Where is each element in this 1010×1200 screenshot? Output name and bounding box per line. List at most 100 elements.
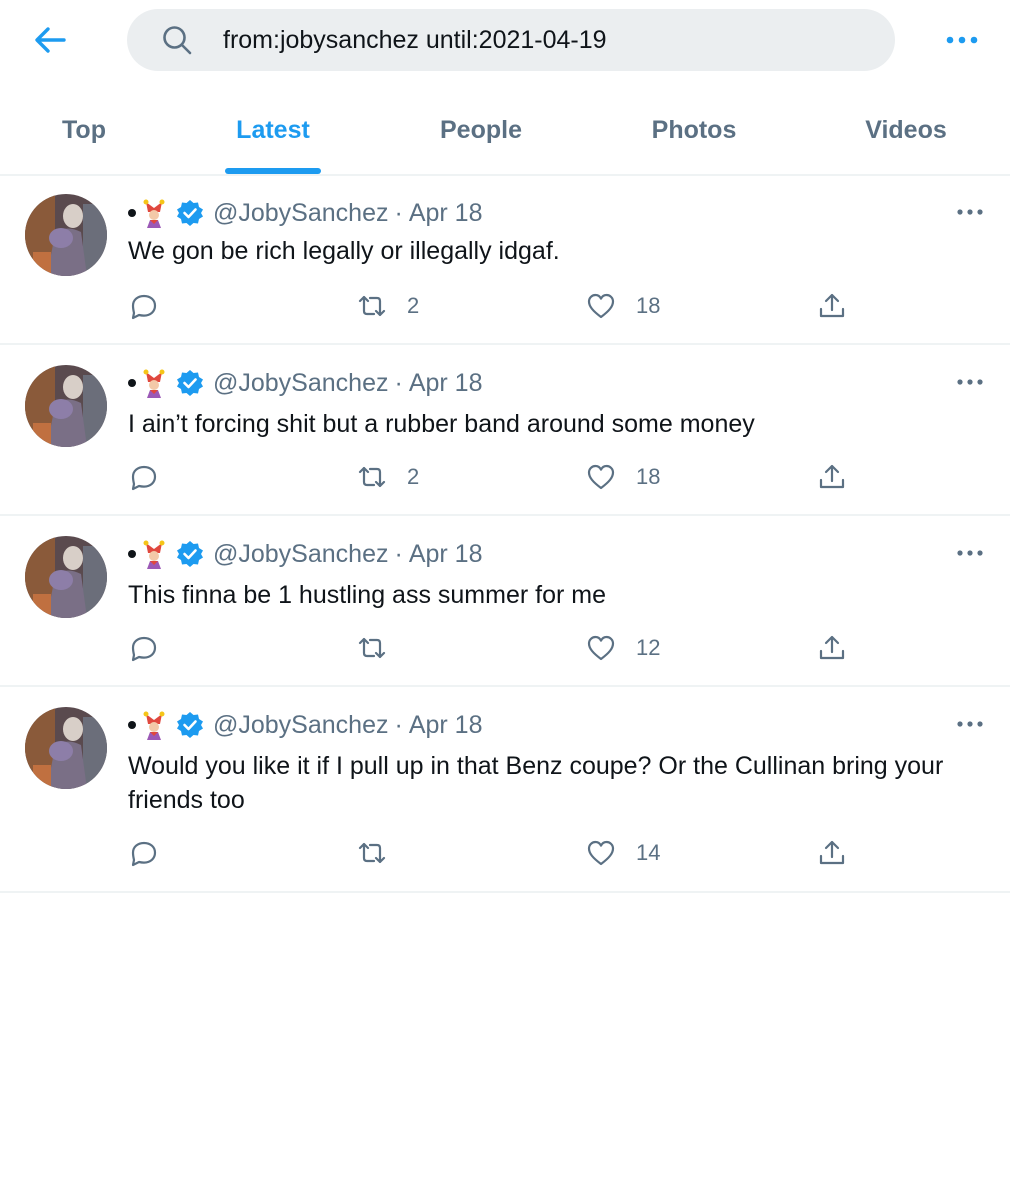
- tweet[interactable]: @JobySanchez · Apr 18 We gon be rich leg…: [0, 178, 1010, 345]
- separator: ·: [394, 710, 403, 739]
- like-button[interactable]: 14: [586, 833, 660, 873]
- like-button[interactable]: 18: [586, 286, 660, 326]
- bullet: [128, 379, 136, 387]
- like-count: 14: [636, 840, 661, 865]
- retweet-icon: [358, 295, 386, 317]
- retweet-count: 2: [407, 464, 420, 489]
- tweet-actions: 14: [0, 833, 1010, 873]
- more-horizontal-icon: [946, 36, 978, 44]
- bullet: [128, 209, 136, 217]
- retweet-icon: [358, 637, 386, 659]
- verified-badge-icon: [177, 541, 203, 567]
- tweet-date[interactable]: Apr 18: [409, 369, 483, 398]
- retweet-icon: [358, 466, 386, 488]
- search-box[interactable]: [127, 9, 895, 71]
- arrow-left-icon: [35, 27, 66, 53]
- avatar[interactable]: [25, 707, 107, 789]
- reply-icon: [131, 841, 157, 867]
- more-horizontal-icon: [957, 721, 983, 727]
- reply-icon: [131, 636, 157, 662]
- verified-badge-icon: [177, 200, 203, 226]
- tweet-date[interactable]: Apr 18: [409, 540, 483, 569]
- jester-emoji-icon: [143, 369, 165, 398]
- retweet-button[interactable]: [357, 833, 407, 873]
- tweet-header: @JobySanchez · Apr 18: [128, 366, 482, 400]
- tweet-more-button[interactable]: [953, 370, 987, 394]
- tweet-handle[interactable]: @JobySanchez: [213, 540, 388, 569]
- tweet-more-button[interactable]: [953, 541, 987, 565]
- tweet[interactable]: @JobySanchez · Apr 18 I ain’t forcing sh…: [0, 345, 1010, 516]
- tweet[interactable]: @JobySanchez · Apr 18 This finna be 1 hu…: [0, 516, 1010, 687]
- tweet-text: Would you like it if I pull up in that B…: [128, 752, 944, 814]
- retweet-icon: [358, 842, 386, 864]
- reply-button[interactable]: [128, 628, 178, 668]
- retweet-button[interactable]: [357, 628, 407, 668]
- back-button[interactable]: [30, 22, 70, 58]
- avatar[interactable]: [25, 365, 107, 447]
- reply-button[interactable]: [128, 286, 178, 326]
- avatar[interactable]: [25, 194, 107, 276]
- search-input[interactable]: [223, 9, 863, 71]
- share-button[interactable]: [817, 628, 847, 668]
- tweet-more-button[interactable]: [953, 712, 987, 736]
- reply-button[interactable]: [128, 833, 178, 873]
- tab-people[interactable]: People: [418, 84, 544, 176]
- tweet-header: @JobySanchez · Apr 18: [128, 537, 482, 571]
- tweet-header: @JobySanchez · Apr 18: [128, 196, 482, 230]
- tab-photos[interactable]: Photos: [628, 84, 760, 176]
- tweet-handle[interactable]: @JobySanchez: [213, 369, 388, 398]
- tweet-actions: 12: [0, 628, 1010, 668]
- tab-videos[interactable]: Videos: [846, 84, 966, 176]
- heart-icon: [587, 464, 615, 490]
- retweet-button[interactable]: 2: [357, 286, 419, 326]
- tweet-date[interactable]: Apr 18: [409, 199, 483, 228]
- share-button[interactable]: [817, 457, 847, 497]
- jester-emoji-icon: [143, 711, 165, 740]
- more-horizontal-icon: [957, 550, 983, 556]
- tweet-actions: 2 18: [0, 286, 1010, 326]
- more-options-button[interactable]: [942, 28, 982, 52]
- search-tabs: Top Latest People Photos Videos: [0, 84, 1010, 176]
- separator: ·: [394, 539, 403, 568]
- heart-icon: [587, 293, 615, 319]
- tweet-text: I ain’t forcing shit but a rubber band a…: [128, 410, 755, 438]
- tweet-actions: 2 18: [0, 457, 1010, 497]
- like-count: 18: [636, 464, 661, 489]
- tweet-date[interactable]: Apr 18: [409, 711, 483, 740]
- share-button[interactable]: [817, 833, 847, 873]
- active-tab-indicator: [225, 168, 321, 174]
- share-icon: [819, 840, 845, 865]
- tweet[interactable]: @JobySanchez · Apr 18 Would you like it …: [0, 687, 1010, 893]
- share-button[interactable]: [817, 286, 847, 326]
- more-horizontal-icon: [957, 379, 983, 385]
- retweet-count: 2: [407, 293, 420, 318]
- tweet-handle[interactable]: @JobySanchez: [213, 199, 388, 228]
- retweet-button[interactable]: 2: [357, 457, 419, 497]
- separator: ·: [394, 198, 403, 227]
- heart-icon: [587, 840, 615, 866]
- like-button[interactable]: 18: [586, 457, 660, 497]
- verified-badge-icon: [177, 712, 203, 738]
- bullet: [128, 550, 136, 558]
- reply-icon: [131, 294, 157, 320]
- heart-icon: [587, 635, 615, 661]
- like-count: 12: [636, 635, 661, 660]
- share-icon: [819, 635, 845, 660]
- verified-badge-icon: [177, 370, 203, 396]
- more-horizontal-icon: [957, 209, 983, 215]
- bullet: [128, 721, 136, 729]
- tweet-header: @JobySanchez · Apr 18: [128, 708, 482, 742]
- tab-latest[interactable]: Latest: [213, 84, 333, 176]
- tab-top[interactable]: Top: [28, 84, 140, 176]
- like-count: 18: [636, 293, 661, 318]
- jester-emoji-icon: [143, 199, 165, 228]
- reply-button[interactable]: [128, 457, 178, 497]
- tweet-more-button[interactable]: [953, 200, 987, 224]
- avatar[interactable]: [25, 536, 107, 618]
- like-button[interactable]: 12: [586, 628, 660, 668]
- reply-icon: [131, 465, 157, 491]
- tweet-handle[interactable]: @JobySanchez: [213, 711, 388, 740]
- tweet-text: We gon be rich legally or illegally idga…: [128, 237, 560, 265]
- top-bar: [0, 0, 1010, 84]
- jester-emoji-icon: [143, 540, 165, 569]
